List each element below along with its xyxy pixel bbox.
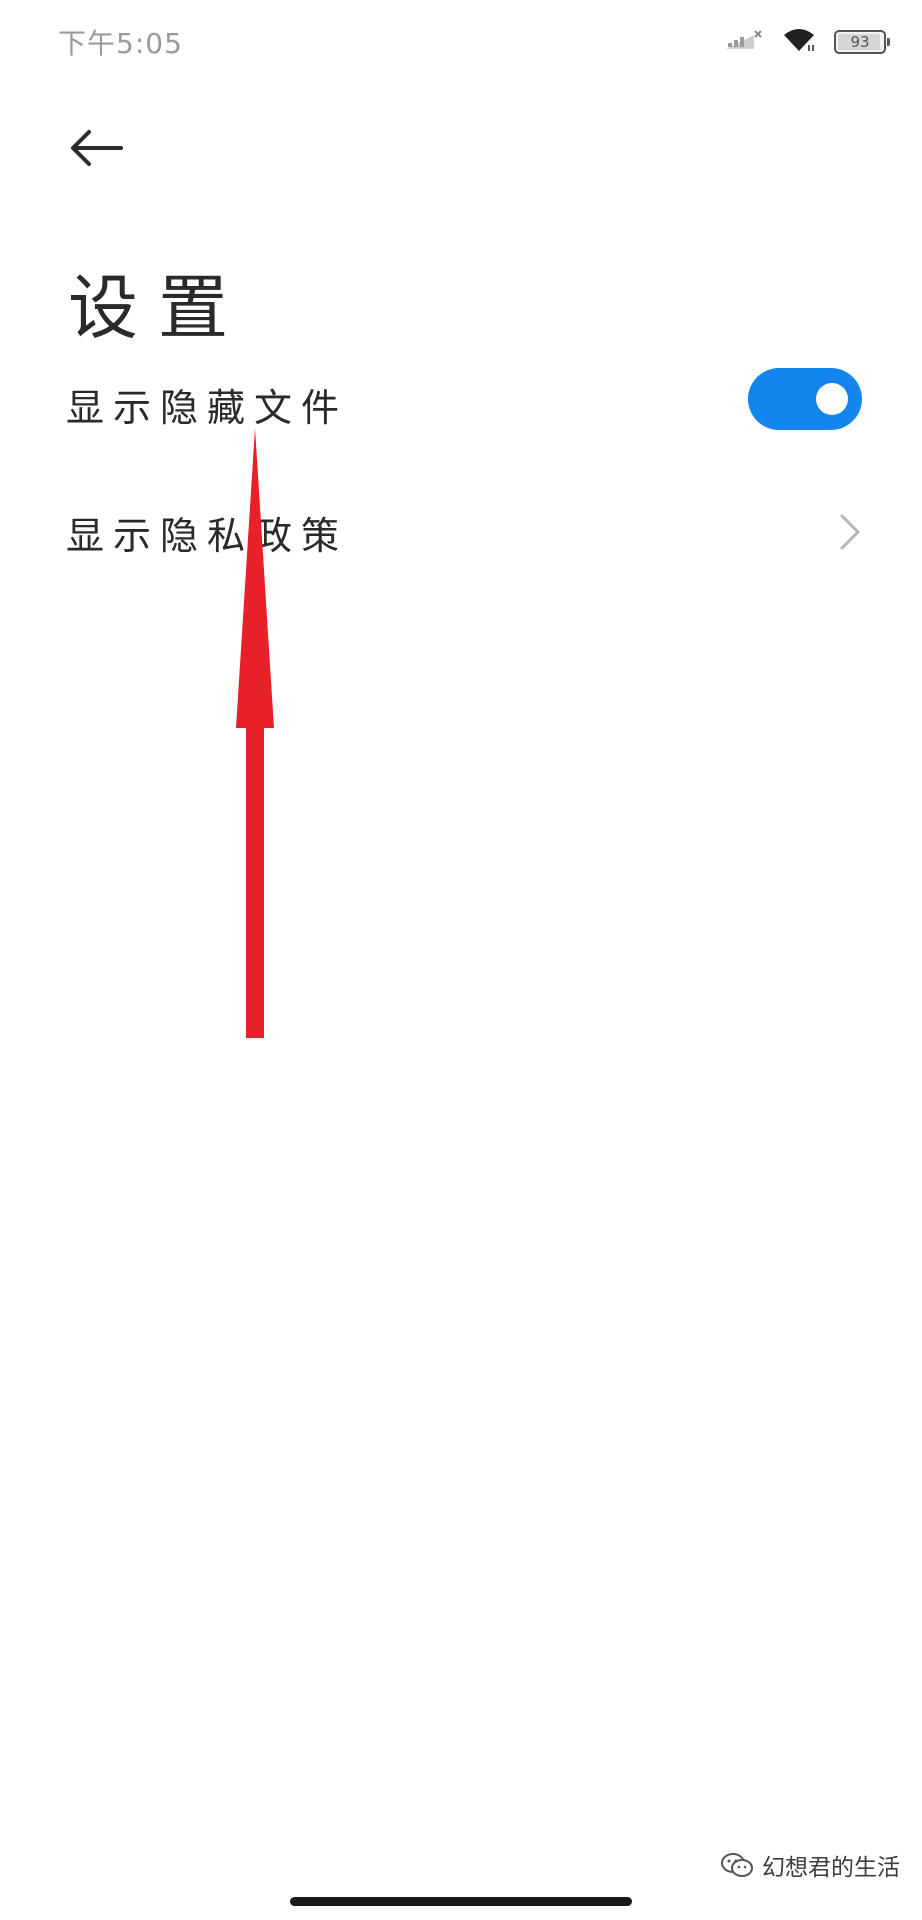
wechat-icon <box>721 1853 753 1877</box>
setting-label: 显示隐私政策 <box>66 513 349 558</box>
chevron-right-icon <box>840 514 860 550</box>
status-icons: 93 <box>724 24 890 60</box>
show-hidden-files-toggle[interactable] <box>748 368 862 430</box>
status-time: 下午5:05 <box>58 27 183 60</box>
battery-icon: 93 <box>834 30 890 54</box>
page-title: 设置 <box>68 266 248 349</box>
settings-list: 显示隐藏文件 显示隐私政策 <box>0 340 922 596</box>
setting-label: 显示隐藏文件 <box>66 385 349 430</box>
back-button[interactable] <box>64 116 128 180</box>
setting-show-hidden-files[interactable]: 显示隐藏文件 <box>0 340 922 468</box>
wifi-icon <box>782 27 816 57</box>
watermark: 幻想君的生活 <box>720 1848 900 1882</box>
status-bar: 下午5:05 93 <box>0 0 922 90</box>
annotation-arrow <box>236 428 274 1038</box>
watermark-text: 幻想君的生活 <box>762 1855 900 1881</box>
toggle-knob <box>816 383 848 415</box>
battery-level: 93 <box>850 33 870 51</box>
setting-show-privacy-policy[interactable]: 显示隐私政策 <box>0 468 922 596</box>
back-arrow-icon <box>71 130 123 166</box>
signal-icon <box>724 29 764 55</box>
home-indicator[interactable] <box>290 1897 632 1906</box>
